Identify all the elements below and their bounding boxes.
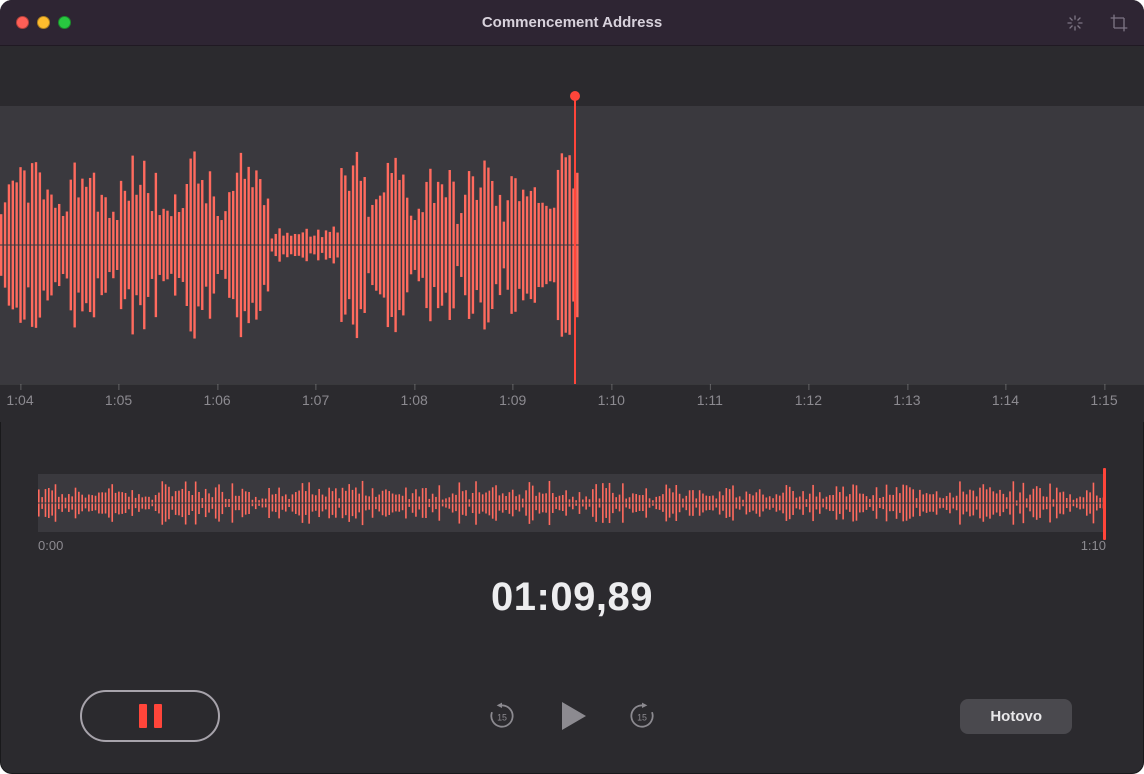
titlebar: Commencement Address: [0, 0, 1144, 46]
waveform-overview: [38, 474, 1106, 532]
close-window-button[interactable]: [16, 16, 29, 29]
playhead[interactable]: [574, 96, 576, 392]
overview-playhead[interactable]: [1103, 468, 1106, 540]
overview-labels: 0:00 1:10: [38, 538, 1106, 553]
ruler-tick: 1:14: [992, 392, 1019, 408]
svg-text:15: 15: [497, 712, 507, 722]
ruler-tick: 1:09: [499, 392, 526, 408]
time-ruler[interactable]: 1:04 1:05 1:06 1:07 1:08 1:09 1:10 1:11 1:12 1:13…: [0, 384, 1144, 422]
overview-start-time: 0:00: [38, 538, 63, 553]
ruler-tick: 1:05: [105, 392, 132, 408]
waveform-area[interactable]: [0, 46, 1144, 384]
play-button[interactable]: [552, 696, 592, 736]
waveform-main: [0, 106, 580, 384]
svg-text:15: 15: [637, 712, 647, 722]
titlebar-right: [1062, 0, 1132, 45]
overview-area: 0:00 1:10: [0, 422, 1144, 553]
overview-end-time: 1:10: [1081, 538, 1106, 553]
ruler-tick: 1:10: [598, 392, 625, 408]
skip-back-button[interactable]: 15: [486, 700, 518, 732]
maximize-window-button[interactable]: [58, 16, 71, 29]
ruler-tick: 1:12: [795, 392, 822, 408]
ruler-tick: 1:06: [203, 392, 230, 408]
ruler-tick: 1:15: [1090, 392, 1117, 408]
window-controls: [16, 16, 71, 29]
minimize-window-button[interactable]: [37, 16, 50, 29]
ruler-tick: 1:08: [401, 392, 428, 408]
skip-forward-button[interactable]: 15: [626, 700, 658, 732]
ruler-tick: 1:07: [302, 392, 329, 408]
playback-controls: 15 15: [486, 696, 658, 736]
ruler-tick: 1:04: [6, 392, 33, 408]
ruler-tick: 1:13: [893, 392, 920, 408]
trim-icon[interactable]: [1106, 10, 1132, 36]
app-window: Commencement Address: [0, 0, 1144, 774]
transport-controls: 15 15 Hotovo: [0, 686, 1144, 746]
enhance-icon[interactable]: [1062, 10, 1088, 36]
window-title: Commencement Address: [0, 14, 1144, 31]
done-button[interactable]: Hotovo: [960, 699, 1072, 734]
pause-icon: [139, 704, 162, 728]
ruler-tick: 1:11: [697, 392, 723, 408]
recording-timer: 01:09,89: [0, 575, 1144, 620]
record-pause-button[interactable]: [80, 690, 220, 742]
overview-track[interactable]: [38, 474, 1106, 532]
